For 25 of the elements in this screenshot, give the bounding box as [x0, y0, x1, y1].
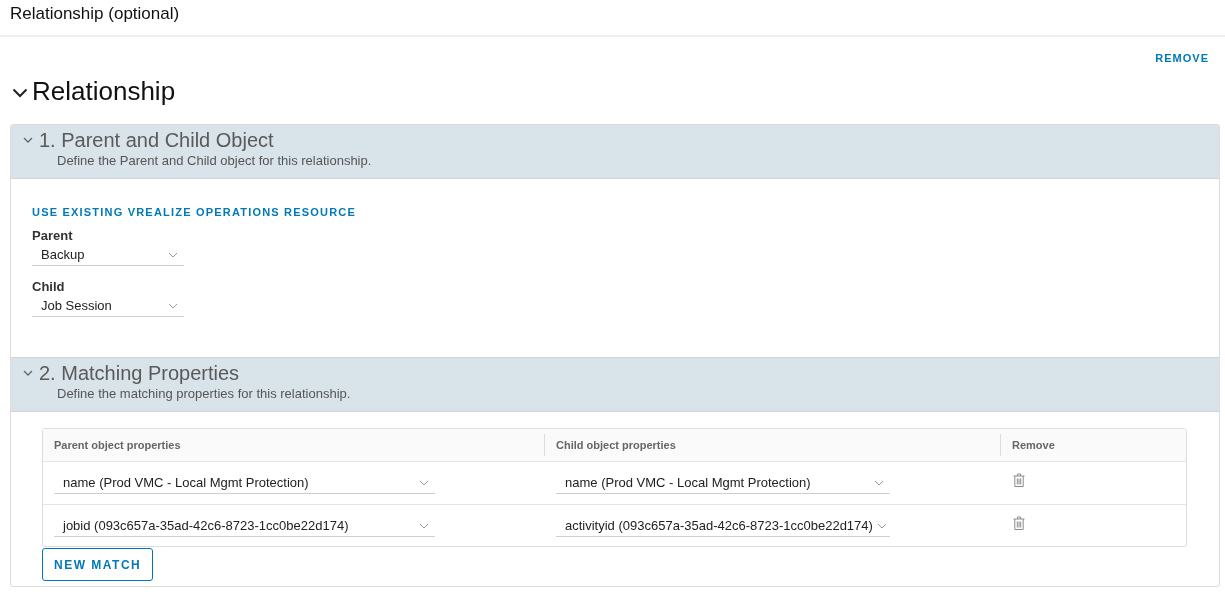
remove-link[interactable]: REMOVE: [1155, 51, 1209, 65]
property-select[interactable]: activityid (093c657a-35ad-42c6-8723-1cc0be22d174): [556, 517, 890, 537]
property-select[interactable]: name (Prod VMC - Local Mgmt Protection): [54, 474, 435, 494]
new-match-button[interactable]: NEW MATCH: [42, 548, 154, 581]
section-heading: Relationship: [32, 75, 176, 107]
object-select[interactable]: Backup: [32, 246, 184, 266]
property-select[interactable]: name (Prod VMC - Local Mgmt Protection): [556, 474, 890, 494]
page-title: Relationship (optional): [10, 4, 180, 24]
trash-icon[interactable]: [1013, 473, 1025, 487]
step-title: 1. Parent and Child Object: [39, 128, 274, 152]
step-header[interactable]: 2. Matching Properties Define the matching properties for this relationship.: [11, 357, 1219, 412]
field-label: Parent: [32, 228, 73, 244]
step-header[interactable]: 1. Parent and Child Object Define the Parent and Child object for this relationship.: [11, 125, 1219, 179]
step-description: Define the matching properties for this relationship.: [57, 386, 351, 402]
column-header: Child object properties: [556, 438, 676, 452]
trash-icon[interactable]: [1013, 516, 1025, 530]
column-header: Parent object properties: [54, 438, 181, 452]
field-label: Child: [32, 279, 65, 295]
step-description: Define the Parent and Child object for this relationship.: [57, 153, 372, 169]
object-select[interactable]: Job Session: [32, 297, 184, 317]
step-title: 2. Matching Properties: [39, 361, 240, 385]
chevron-icon[interactable]: [12, 87, 28, 98]
column-header: Remove: [1012, 438, 1055, 452]
resource-link[interactable]: USE EXISTING VREALIZE OPERATIONS RESOURCE: [32, 205, 357, 219]
property-select[interactable]: jobid (093c657a-35ad-42c6-8723-1cc0be22d174): [54, 517, 435, 537]
